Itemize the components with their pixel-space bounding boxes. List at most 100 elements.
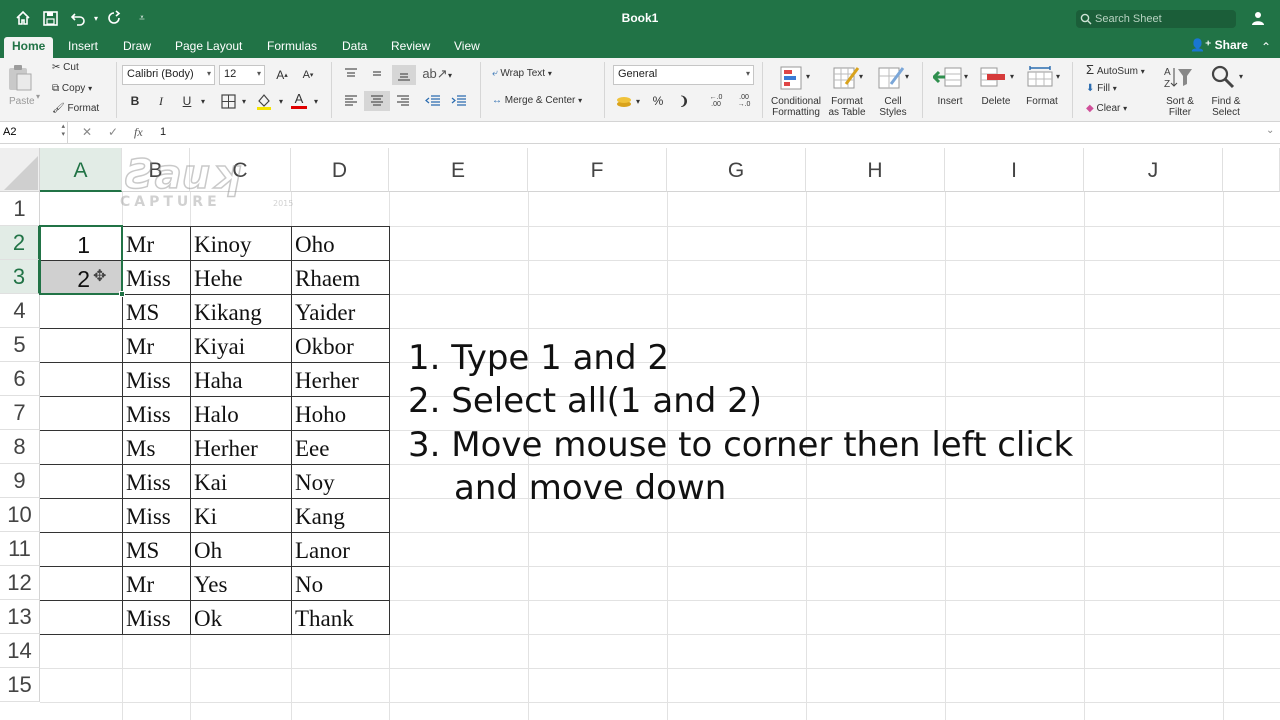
sort-filter-icon[interactable]: AZ (1164, 65, 1194, 94)
wrap-text-button[interactable]: ⤶ Wrap Text ▾ (492, 68, 552, 79)
percent-button[interactable]: % (648, 92, 668, 110)
cancel-icon[interactable]: ✕ (82, 125, 92, 139)
column-header-e[interactable]: E (389, 148, 528, 192)
cell-c6[interactable]: Haha (190, 364, 291, 398)
underline-button[interactable]: U (178, 92, 196, 110)
customize-toolbar-icon[interactable]: ⩡ (132, 8, 152, 28)
selection-range[interactable] (39, 225, 123, 295)
align-center-icon[interactable] (364, 91, 390, 111)
collapse-ribbon-icon[interactable]: ⌃ (1256, 37, 1276, 57)
row-header-11[interactable]: 11 (0, 532, 40, 566)
borders-icon[interactable] (218, 92, 238, 110)
cell-d8[interactable]: Eee (291, 432, 389, 466)
increase-decimal-icon[interactable]: ←.0.00 (704, 91, 728, 111)
name-box-stepper-icon[interactable]: ▴ ▾ (61, 123, 65, 139)
accounting-format-icon[interactable] (614, 92, 634, 110)
cell-c3[interactable]: Hehe (190, 262, 291, 296)
copy-button[interactable]: ⧉ Copy ▾ (52, 83, 92, 94)
format-cells-icon[interactable] (1026, 66, 1054, 93)
cell-styles-button[interactable]: Cell Styles (872, 96, 914, 118)
cell-d7[interactable]: Hoho (291, 398, 389, 432)
row-header-8[interactable]: 8 (0, 430, 40, 464)
fill-button[interactable]: ⬇ Fill ▾ (1086, 83, 1117, 94)
cell-styles-icon[interactable] (877, 64, 905, 97)
cell-b3[interactable]: Miss (122, 262, 190, 296)
column-header-h[interactable]: H (806, 148, 945, 192)
tab-draw[interactable]: Draw (115, 37, 159, 58)
tab-review[interactable]: Review (383, 37, 438, 58)
orientation-dropdown-icon[interactable]: ▾ (446, 66, 454, 84)
row-header-1[interactable]: 1 (0, 192, 40, 226)
cell-d13[interactable]: Thank (291, 602, 389, 636)
save-icon[interactable] (40, 8, 60, 28)
cell-b7[interactable]: Miss (122, 398, 190, 432)
cell-d9[interactable]: Noy (291, 466, 389, 500)
decrease-decimal-icon[interactable]: .00 →.0 (732, 91, 756, 111)
cell-c9[interactable]: Kai (190, 466, 291, 500)
font-size-select[interactable]: 12 ▾ (219, 65, 265, 85)
cell-b8[interactable]: Ms (122, 432, 190, 466)
decrease-font-size-icon[interactable]: A ▾ (298, 65, 318, 85)
font-color-icon[interactable]: A (289, 90, 309, 110)
cell-c13[interactable]: Ok (190, 602, 291, 636)
orientation-icon[interactable]: ab↗ (422, 65, 447, 83)
undo-dropdown-icon[interactable]: ▾ (86, 8, 106, 28)
cell-b6[interactable]: Miss (122, 364, 190, 398)
increase-font-size-icon[interactable]: A ▴ (272, 65, 292, 85)
insert-cells-button[interactable]: Insert (930, 96, 970, 107)
find-select-icon[interactable] (1210, 64, 1236, 95)
cell-c8[interactable]: Herher (190, 432, 291, 466)
tab-insert[interactable]: Insert (60, 37, 106, 58)
number-format-select[interactable]: General ▾ (613, 65, 754, 85)
conditional-formatting-icon[interactable] (779, 64, 807, 97)
format-as-table-button[interactable]: Format as Table (824, 96, 870, 118)
format-cells-dropdown-icon[interactable]: ▾ (1056, 72, 1060, 81)
row-header-10[interactable]: 10 (0, 498, 40, 532)
format-cells-button[interactable]: Format (1022, 96, 1062, 107)
underline-dropdown-icon[interactable]: ▾ (198, 92, 208, 110)
cell-c5[interactable]: Kiyai (190, 330, 291, 364)
cell-b5[interactable]: Mr (122, 330, 190, 364)
cell-c11[interactable]: Oh (190, 534, 291, 568)
fill-color-icon[interactable] (254, 91, 274, 111)
column-header-i[interactable]: I (945, 148, 1084, 192)
expand-formula-bar-icon[interactable]: ⌄ (1266, 125, 1274, 136)
insert-dropdown-icon[interactable]: ▾ (964, 72, 968, 81)
autosum-button[interactable]: Σ AutoSum ▾ (1086, 62, 1145, 77)
cell-d2[interactable]: Oho (291, 228, 389, 262)
fill-handle[interactable] (119, 291, 125, 297)
paste-icon[interactable] (7, 64, 33, 97)
cell-d11[interactable]: Lanor (291, 534, 389, 568)
cell-b10[interactable]: Miss (122, 500, 190, 534)
cell-d4[interactable]: Yaider (291, 296, 389, 330)
row-header-2[interactable]: 2 (0, 226, 40, 260)
align-bottom-icon[interactable] (392, 65, 416, 85)
tab-view[interactable]: View (446, 37, 488, 58)
insert-cells-icon[interactable] (931, 66, 963, 93)
merge-center-button[interactable]: ↔ Merge & Center ▾ (492, 95, 582, 106)
row-header-3[interactable]: 3 (0, 260, 40, 294)
cell-b9[interactable]: Miss (122, 466, 190, 500)
column-header-g[interactable]: G (667, 148, 806, 192)
cut-button[interactable]: ✂ Cut (52, 62, 79, 73)
delete-cells-icon[interactable] (979, 66, 1009, 93)
conditional-dropdown-icon[interactable]: ▾ (806, 72, 810, 81)
column-header-k[interactable] (1223, 148, 1280, 192)
tab-page-layout[interactable]: Page Layout (167, 37, 250, 58)
cell-d5[interactable]: Okbor (291, 330, 389, 364)
cell-b11[interactable]: MS (122, 534, 190, 568)
row-header-14[interactable]: 14 (0, 634, 40, 668)
font-color-dropdown-icon[interactable]: ▾ (311, 92, 321, 110)
delete-cells-button[interactable]: Delete (976, 96, 1016, 107)
delete-dropdown-icon[interactable]: ▾ (1010, 72, 1014, 81)
format-table-dropdown-icon[interactable]: ▾ (859, 72, 863, 81)
formula-input[interactable]: 1 (160, 126, 166, 138)
paste-button[interactable]: Paste (9, 96, 35, 107)
row-header-12[interactable]: 12 (0, 566, 40, 600)
align-left-icon[interactable] (340, 92, 362, 110)
select-all-corner[interactable] (0, 148, 40, 192)
row-header-5[interactable]: 5 (0, 328, 40, 362)
find-select-button[interactable]: Find & Select (1206, 96, 1246, 118)
cell-c4[interactable]: Kikang (190, 296, 291, 330)
column-header-a[interactable]: A (40, 148, 122, 192)
